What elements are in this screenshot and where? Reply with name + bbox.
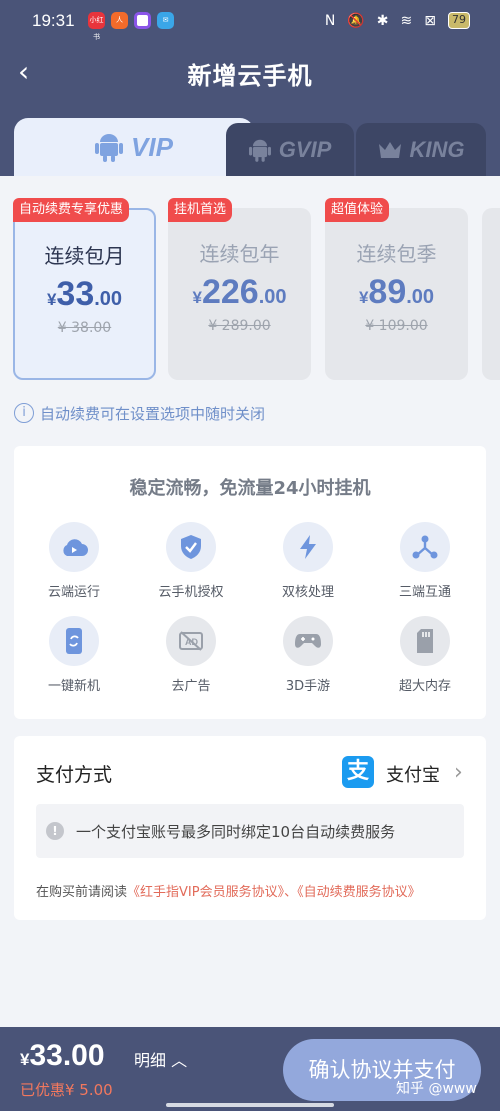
detail-toggle[interactable]: 明细 ︿ [134,1047,187,1071]
plan-badge: 挂机首选 [168,198,233,222]
auto-renew-notice: i 自动续费可在设置选项中随时关闭 [14,401,265,425]
feature-authorization: 云手机授权 [141,522,241,600]
lightning-icon [283,522,333,572]
notification-icons: 小红书 人 ✉ [88,12,174,41]
feature-multi-device: 三端互通 [375,522,475,600]
sim-icon: ⊠ [424,12,436,29]
sd-card-icon [400,616,450,666]
nav-bar: ‹ 新增云手机 [0,48,500,96]
chevron-right-icon[interactable]: › [454,760,463,785]
feature-new-device: 一键新机 [24,616,124,694]
vip-agreement-link[interactable]: 《红手指VIP会员服务协议》 [127,885,284,900]
status-right: N 🔕 ✱ ≋ ⊠ 79 [325,12,470,29]
plan-price: ¥89.00 [358,273,435,311]
plan-card-peek[interactable] [482,208,500,380]
discount-text: 已优惠¥ 5.00 [20,1081,113,1099]
crown-icon [378,141,401,158]
feature-dual-core: 双核处理 [258,522,358,600]
status-bar: 19:31 小红书 人 ✉ N 🔕 ✱ ≋ ⊠ 79 [0,0,500,42]
watermark: 知乎 @www [396,1081,477,1097]
plan-price: ¥33.00 [46,275,123,313]
header: 19:31 小红书 人 ✉ N 🔕 ✱ ≋ ⊠ 79 ‹ 新增云手机 VIP G… [0,0,500,176]
android-icon [95,134,124,162]
plan-badge: 自动续费专享优惠 [13,198,130,222]
payment-tip: ! 一个支付宝账号最多同时绑定10台自动续费服务 [36,804,464,858]
checkout-bar: ¥33.00 明细 ︿ 已优惠¥ 5.00 确认协议并支付 [0,1027,500,1111]
plan-name: 连续包月 [44,244,125,268]
people-app-icon: 人 [111,12,128,29]
plan-name: 连续包季 [356,242,437,266]
nfc-icon: N [324,12,336,29]
home-indicator[interactable] [166,1103,334,1107]
tab-gvip[interactable]: GVIP [226,123,354,176]
feature-cloud-run: 云端运行 [24,522,124,600]
mail-app-icon: ✉ [157,12,174,29]
plan-card-monthly[interactable]: 连续包月 ¥33.00 ¥ 38.00 [13,208,156,380]
bluetooth-icon: ✱ [376,12,389,29]
payment-panel: 支付方式 支 支付宝 › ! 一个支付宝账号最多同时绑定10台自动续费服务 在购… [14,736,486,920]
info-icon: i [14,403,34,423]
plan-original-price: ¥ 289.00 [208,318,271,334]
tab-vip[interactable]: VIP [14,118,254,176]
payment-method-label: 支付方式 [36,764,113,786]
auto-renew-agreement-link[interactable]: 《自动续费服务协议》 [297,885,421,900]
agreement-text: 在购买前请阅读《红手指VIP会员服务协议》、《自动续费服务协议》 [36,885,421,900]
tab-king[interactable]: KING [356,123,486,176]
plan-original-price: ¥ 109.00 [365,318,428,334]
plan-badge: 超值体验 [325,198,390,222]
android-icon [248,139,271,162]
xiaohongshu-icon: 小红书 [88,12,105,41]
wifi-icon: ≋ [400,12,413,29]
payment-tip-text: 一个支付宝账号最多同时绑定10台自动续费服务 [76,822,396,841]
plan-original-price: ¥ 38.00 [57,320,112,336]
feature-large-storage: 超大内存 [375,616,475,694]
plan-price: ¥226.00 [192,273,287,311]
notice-text: 自动续费可在设置选项中随时关闭 [40,404,266,423]
ad-block-icon: AD [166,616,216,666]
shield-check-icon [166,522,216,572]
tab-label: VIP [131,131,173,162]
feature-3d-games: 3D手游 [258,616,358,694]
gamepad-icon [283,616,333,666]
battery-icon: 79 [448,12,470,29]
payment-method-value[interactable]: 支付宝 [386,761,440,787]
total-price: ¥33.00 [20,1039,105,1072]
plan-card-quarterly[interactable]: 连续包季 ¥89.00 ¥ 109.00 [325,208,468,380]
circle-app-icon [134,12,151,29]
alert-icon: ! [46,822,64,840]
status-time: 19:31 [32,11,75,30]
mute-icon: 🔕 [347,12,365,29]
tab-label: KING [409,136,465,162]
chevron-up-icon: ︿ [171,1051,188,1070]
plan-card-yearly[interactable]: 连续包年 ¥226.00 ¥ 289.00 [168,208,311,380]
page-title: 新增云手机 [187,62,313,90]
features-title: 稳定流畅，免流量24小时挂机 [129,478,371,499]
cloud-play-icon [49,522,99,572]
share-nodes-icon [400,522,450,572]
phone-refresh-icon [49,616,99,666]
alipay-icon[interactable]: 支 [342,756,374,788]
feature-no-ads: AD 去广告 [141,616,241,694]
tab-label: GVIP [278,136,332,162]
plan-list: 连续包月 ¥33.00 ¥ 38.00 连续包年 ¥226.00 ¥ 289.0… [0,176,500,406]
features-panel: 稳定流畅，免流量24小时挂机 云端运行 云手机授权 双核处理 三端互通 一键新机… [14,446,486,719]
plan-name: 连续包年 [199,242,280,266]
